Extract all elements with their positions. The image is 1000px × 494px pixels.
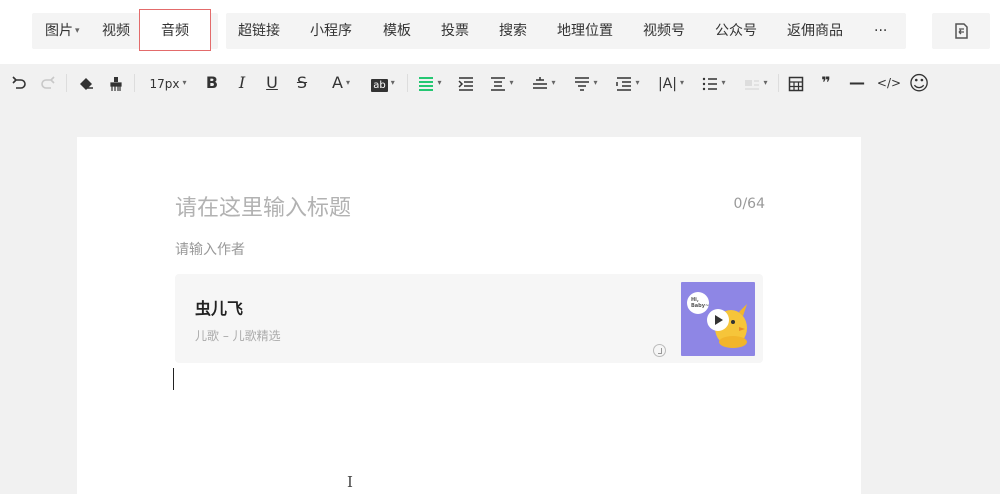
background-color-button[interactable]: ab ▾ (366, 73, 400, 93)
insert-commission-product-button[interactable]: 返佣商品 (787, 13, 843, 49)
paragraph-spacing-icon (491, 76, 506, 91)
indent-icon (458, 76, 473, 91)
insert-image-button[interactable]: 图片 ▾ (45, 13, 80, 49)
letter-spacing-label: |A| (657, 76, 677, 92)
float-icon (745, 79, 760, 90)
divider (778, 74, 779, 92)
font-size-select[interactable]: 17px ▾ (145, 73, 191, 93)
audio-subtitle: 儿歌 – 儿歌精选 (195, 329, 281, 343)
editor-card: 请在这里输入标题 0/64 请输入作者 虫儿飞 儿歌 – 儿歌精选 Hi, Ba… (77, 137, 861, 494)
chevron-down-icon: ▾ (763, 78, 768, 87)
align-center-button[interactable]: ▾ (570, 73, 602, 93)
chevron-down-icon: ▾ (390, 78, 395, 87)
chevron-down-icon: ▾ (551, 78, 556, 87)
align-justify-button[interactable]: ▾ (414, 73, 446, 93)
more-button[interactable]: ··· (874, 13, 887, 49)
chevron-down-icon: ▾ (721, 78, 726, 87)
insert-location-button[interactable]: 地理位置 (557, 13, 613, 49)
insert-table-button[interactable] (786, 73, 806, 93)
format-painter-icon[interactable] (106, 73, 126, 93)
align-justify-icon (419, 76, 434, 91)
line-height-icon (533, 76, 548, 89)
insert-bar: 图片 ▾ 视频 音频 超链接 小程序 模板 投票 搜索 地理位置 视频号 公众号 … (0, 0, 1000, 64)
insert-template-button[interactable]: 模板 (383, 13, 411, 49)
insert-official-account-button[interactable]: 公众号 (715, 13, 757, 49)
chevron-down-icon: ▾ (635, 78, 640, 87)
bullet-list-icon (703, 77, 718, 90)
divider (66, 74, 67, 92)
insert-image-label: 图片 (45, 23, 73, 39)
list-button[interactable]: ▾ (698, 73, 730, 93)
indent-spacing-button[interactable]: ▾ (612, 73, 644, 93)
background-color-label: ab (371, 79, 388, 92)
chevron-down-icon: ▾ (509, 78, 514, 87)
document-icon (955, 23, 968, 39)
audio-cover[interactable]: Hi, Baby~ (681, 282, 755, 356)
underline-button[interactable]: U (263, 73, 281, 93)
media-group: 图片 ▾ 视频 音频 (32, 9, 218, 51)
table-icon (788, 76, 804, 91)
paragraph-spacing-button[interactable]: ▾ (486, 73, 518, 93)
font-size-value: 17px (149, 77, 180, 91)
insert-group: 超链接 小程序 模板 投票 搜索 地理位置 视频号 公众号 返佣商品 ··· (226, 13, 906, 49)
align-center-icon (575, 76, 590, 91)
insert-video-button[interactable]: 视频 (102, 13, 130, 49)
emoji-button[interactable]: ☺ (907, 73, 931, 93)
horizontal-rule-button[interactable]: — (846, 73, 868, 93)
quote-button[interactable]: ❞ (816, 73, 836, 93)
chevron-down-icon: ▾ (75, 26, 80, 36)
chevron-down-icon: ▾ (182, 78, 187, 87)
play-icon[interactable] (707, 309, 729, 331)
line-height-button[interactable]: ▾ (528, 73, 560, 93)
chevron-down-icon: ▾ (680, 78, 685, 87)
audio-card[interactable]: 虫儿飞 儿歌 – 儿歌精选 Hi, Baby~ (175, 274, 763, 363)
format-toolbar: 17px ▾ B I U S A ▾ ab ▾ ▾ ▾ ▾ ▾ ▾ |A| ▾ ▾ ▾ … (0, 64, 1000, 102)
divider (134, 74, 135, 92)
insert-link-button[interactable]: 超链接 (238, 13, 280, 49)
music-logo-icon (653, 344, 666, 357)
insert-audio-button[interactable]: 音频 (139, 9, 211, 51)
cover-text: Hi, Baby~ (687, 292, 709, 314)
insert-sidebar-toggle-button[interactable] (932, 13, 990, 49)
font-color-label: A (332, 73, 343, 92)
code-button[interactable]: </> (876, 73, 902, 93)
bold-button[interactable]: B (203, 73, 221, 93)
author-input[interactable]: 请输入作者 (175, 239, 245, 259)
clear-format-icon[interactable] (76, 73, 96, 93)
audio-title: 虫儿飞 (195, 299, 244, 318)
indent-spacing-icon (616, 76, 632, 91)
title-input[interactable]: 请在这里输入标题 (175, 190, 351, 222)
redo-icon[interactable] (38, 73, 58, 93)
divider (407, 74, 408, 92)
undo-icon[interactable] (9, 73, 29, 93)
chevron-down-icon: ▾ (593, 78, 598, 87)
text-cursor (173, 368, 174, 390)
insert-channels-button[interactable]: 视频号 (643, 13, 685, 49)
font-color-button[interactable]: A ▾ (326, 73, 356, 93)
letter-spacing-button[interactable]: |A| ▾ (654, 73, 688, 93)
insert-miniprogram-button[interactable]: 小程序 (310, 13, 352, 49)
mouse-ibeam-cursor-icon: I (347, 473, 353, 491)
strikethrough-button[interactable]: S (293, 73, 311, 93)
chevron-down-icon: ▾ (437, 78, 442, 87)
title-char-count: 0/64 (733, 196, 765, 212)
italic-button[interactable]: I (233, 73, 251, 93)
float-button[interactable]: ▾ (740, 73, 772, 93)
indent-button[interactable] (456, 73, 476, 93)
chevron-down-icon: ▾ (345, 78, 350, 87)
insert-search-button[interactable]: 搜索 (499, 13, 527, 49)
insert-vote-button[interactable]: 投票 (441, 13, 469, 49)
